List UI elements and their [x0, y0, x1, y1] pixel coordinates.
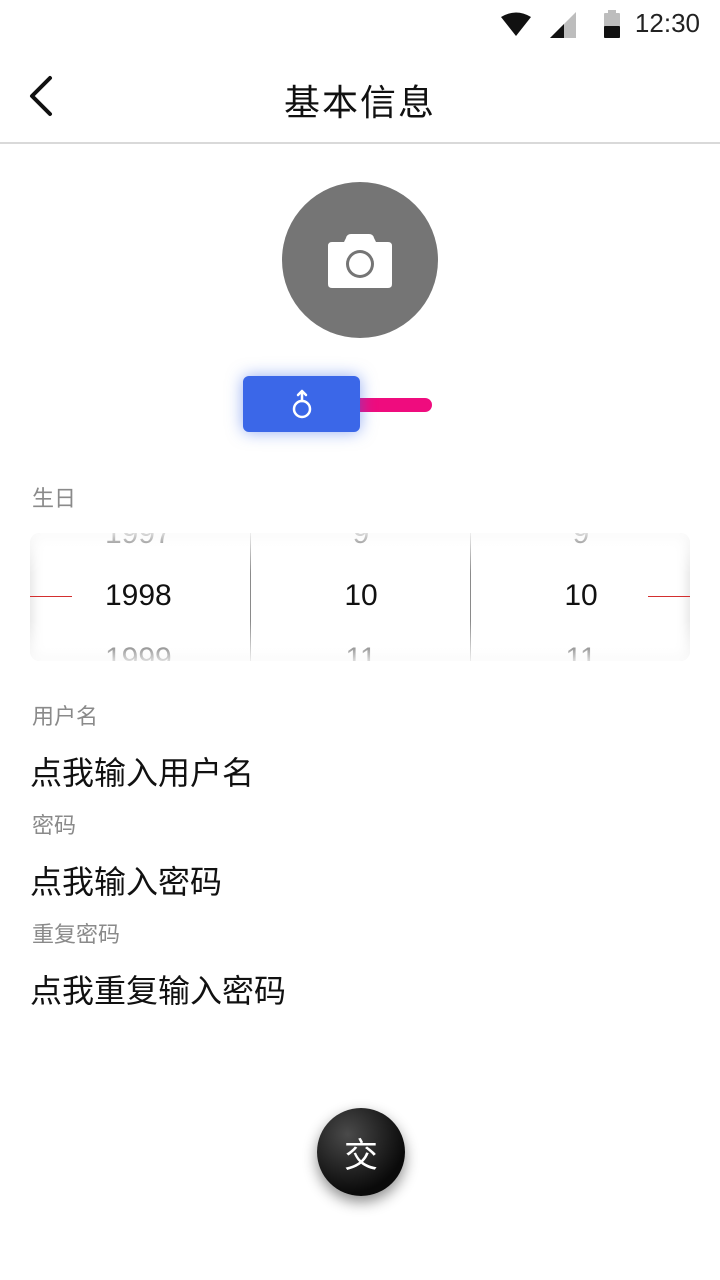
year-wheel[interactable]: 1997 1998 1999: [30, 533, 250, 661]
birthday-label: 生日: [32, 487, 77, 512]
selection-marker-left: [30, 596, 72, 597]
password-label: 密码: [32, 814, 77, 839]
avatar-upload-button[interactable]: [282, 182, 438, 338]
battery-icon: [604, 10, 620, 38]
username-label: 用户名: [32, 705, 99, 730]
wifi-icon: [501, 12, 531, 36]
year-next[interactable]: 1999: [30, 642, 250, 661]
year-prev[interactable]: 1997: [30, 533, 250, 551]
clock: 12:30: [634, 8, 700, 38]
cell-signal-icon: [550, 12, 576, 38]
username-field[interactable]: 点我输入用户名: [30, 748, 254, 794]
day-prev[interactable]: 9: [471, 533, 690, 551]
repeat-password-label: 重复密码: [32, 923, 121, 948]
month-current[interactable]: 10: [251, 579, 471, 613]
selection-marker-right: [648, 596, 690, 597]
submit-button[interactable]: 交: [317, 1108, 405, 1196]
screen: 12:30 基本信息 生日 1997 1998 1999 9 10 11 9 1…: [0, 0, 720, 1280]
gender-toggle-track[interactable]: [348, 398, 432, 412]
status-bar: 12:30: [0, 0, 720, 48]
month-prev[interactable]: 9: [251, 533, 471, 551]
repeat-password-field[interactable]: 点我重复输入密码: [30, 966, 286, 1012]
day-wheel[interactable]: 9 10 11: [470, 533, 690, 661]
password-field[interactable]: 点我输入密码: [30, 857, 222, 903]
month-next[interactable]: 11: [251, 642, 471, 661]
day-next[interactable]: 11: [471, 642, 690, 661]
birthday-picker[interactable]: 1997 1998 1999 9 10 11 9 10 11: [30, 533, 690, 661]
camera-icon: [328, 234, 392, 288]
gender-toggle-male[interactable]: [243, 376, 360, 432]
month-wheel[interactable]: 9 10 11: [250, 533, 470, 661]
page-title: 基本信息: [283, 83, 436, 124]
header: 基本信息: [0, 48, 720, 144]
male-icon: [292, 389, 311, 419]
